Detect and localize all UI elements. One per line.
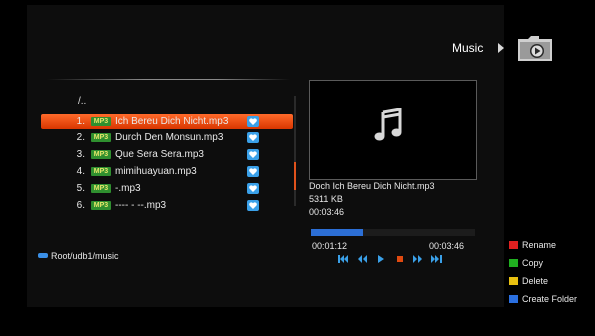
color-key-icon xyxy=(509,241,518,249)
file-row[interactable]: 1. MP3 Ich Bereu Dich Nicht.mp3 xyxy=(41,114,293,129)
legend-label: Copy xyxy=(522,258,544,268)
path-label: Root/udb1/music xyxy=(51,251,119,261)
mp3-icon: MP3 xyxy=(91,150,111,159)
stop-icon[interactable] xyxy=(394,254,405,264)
heart-icon[interactable] xyxy=(247,116,259,127)
file-name: mimihuayuan.mp3 xyxy=(115,166,197,177)
music-note-icon xyxy=(374,108,402,141)
file-number: 1. xyxy=(76,116,85,127)
parent-directory[interactable]: /.. xyxy=(78,96,86,107)
track-duration: 00:03:46 xyxy=(309,207,345,217)
heart-glyph xyxy=(249,134,257,141)
play-icon[interactable] xyxy=(375,254,386,264)
legend-label: Rename xyxy=(522,240,557,250)
legend-label: Delete xyxy=(522,276,549,286)
total-time: 00:03:46 xyxy=(429,241,465,251)
mp3-icon: MP3 xyxy=(91,184,111,193)
heart-icon[interactable] xyxy=(247,200,259,211)
playback-controls xyxy=(338,254,442,266)
music-folder-icon xyxy=(518,36,552,61)
mp3-icon: MP3 xyxy=(91,201,111,210)
color-key-icon xyxy=(509,259,518,267)
mp3-icon: MP3 xyxy=(91,117,111,126)
heart-glyph xyxy=(249,202,257,209)
track-size: 5311 KB xyxy=(309,194,343,204)
legend-label: Create Folder xyxy=(522,294,578,304)
file-name: ---- - --.mp3 xyxy=(115,200,167,211)
heart-icon[interactable] xyxy=(247,183,259,194)
file-row[interactable]: 3. MP3 Que Sera Sera.mp3 xyxy=(41,147,293,162)
current-path: Root/udb1/music xyxy=(38,251,119,261)
file-number: 2. xyxy=(76,132,85,143)
file-name: Que Sera Sera.mp3 xyxy=(115,149,204,160)
file-number: 6. xyxy=(76,200,85,211)
heart-glyph xyxy=(249,151,257,158)
mp3-icon: MP3 xyxy=(91,133,111,142)
list-divider xyxy=(47,79,290,80)
mp3-icon: MP3 xyxy=(91,167,111,176)
file-number: 4. xyxy=(76,166,85,177)
heart-icon[interactable] xyxy=(247,149,259,160)
file-row[interactable]: 2. MP3 Durch Den Monsun.mp3 xyxy=(41,130,293,145)
file-name: Durch Den Monsun.mp3 xyxy=(115,132,224,143)
heart-icon[interactable] xyxy=(247,166,259,177)
legend-item: Delete xyxy=(509,276,548,286)
color-key-icon xyxy=(509,277,518,285)
legend-item: Create Folder xyxy=(509,294,577,304)
track-title: Doch Ich Bereu Dich Nicht.mp3 xyxy=(309,181,435,191)
legend-item: Copy xyxy=(509,258,543,268)
skip-forward-icon[interactable] xyxy=(430,254,442,264)
file-row[interactable]: 6. MP3 ---- - --.mp3 xyxy=(41,198,293,213)
title-arrow-icon xyxy=(498,43,504,53)
rewind-icon[interactable] xyxy=(357,254,368,264)
file-number: 5. xyxy=(76,183,85,194)
file-name: -.mp3 xyxy=(115,183,141,194)
file-name: Ich Bereu Dich Nicht.mp3 xyxy=(115,116,229,127)
file-number: 3. xyxy=(76,149,85,160)
file-row[interactable]: 4. MP3 mimihuayuan.mp3 xyxy=(41,164,293,179)
fast-forward-icon[interactable] xyxy=(412,254,423,264)
progress-fill xyxy=(311,229,363,236)
heart-glyph xyxy=(249,118,257,125)
scrollbar-thumb[interactable] xyxy=(294,162,296,190)
legend-item: Rename xyxy=(509,240,556,250)
heart-glyph xyxy=(249,185,257,192)
color-key-icon xyxy=(509,295,518,303)
heart-icon[interactable] xyxy=(247,132,259,143)
usb-icon xyxy=(38,253,48,258)
heart-glyph xyxy=(249,168,257,175)
elapsed-time: 00:01:12 xyxy=(312,241,348,251)
file-row[interactable]: 5. MP3 -.mp3 xyxy=(41,181,293,196)
skip-back-icon[interactable] xyxy=(338,254,349,264)
page-title: Music xyxy=(452,41,484,55)
